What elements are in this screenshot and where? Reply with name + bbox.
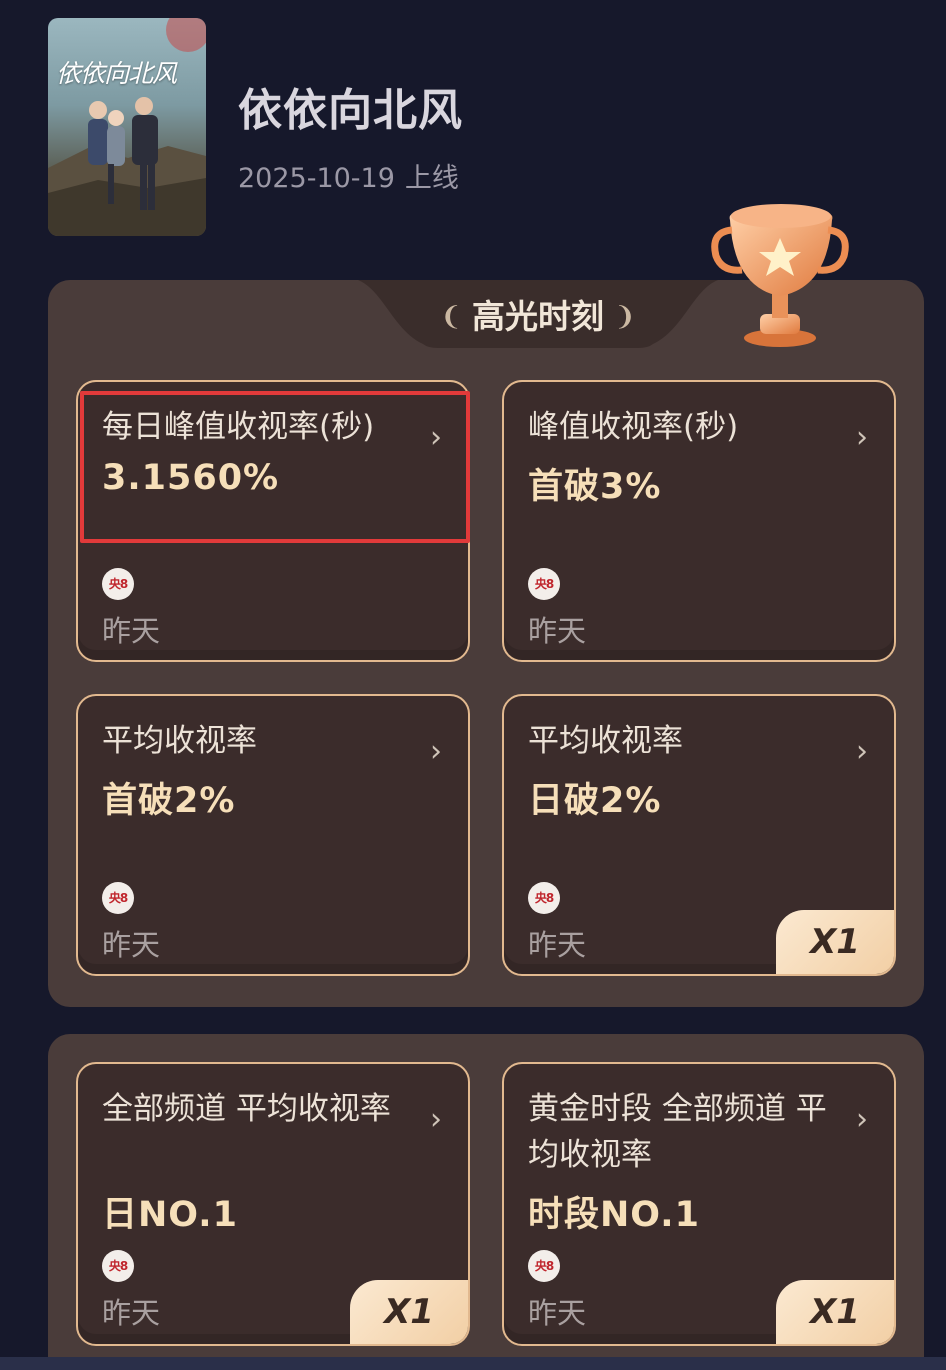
highlights-panel: ❨ 高光时刻 ❩ 每日峰值收视率(秒) › 3.1560% 央8 昨天 峰值收视率(… xyxy=(48,280,924,1007)
chevron-right-icon: › xyxy=(856,734,868,769)
count-badge: X1 xyxy=(350,1280,468,1344)
release-date: 2025-10-19 xyxy=(238,163,395,194)
highlight-card-average-daily[interactable]: 平均收视率 › 日破2% 央8 昨天 X1 xyxy=(502,694,896,976)
highlights-tab: ❨ 高光时刻 ❩ xyxy=(358,280,718,348)
channel-logo-icon: 央8 xyxy=(102,882,134,914)
show-title: 依依向北风 xyxy=(238,85,463,136)
card-title: 全部频道 平均收视率 xyxy=(102,1091,391,1127)
card-title: 峰值收视率(秒) xyxy=(528,409,739,445)
card-value: 首破3% xyxy=(528,467,662,507)
laurel-right-icon: ❩ xyxy=(614,302,636,332)
card-time: 昨天 xyxy=(528,1296,587,1330)
section-title-text: 高光时刻 xyxy=(472,297,604,336)
channel-logo-icon: 央8 xyxy=(528,882,560,914)
card-value: 首破2% xyxy=(102,781,236,821)
release-label: 上线 xyxy=(404,163,459,194)
show-poster[interactable]: 依依向北风 xyxy=(48,18,206,236)
channel-logo-icon: 央8 xyxy=(102,568,134,600)
highlight-card-peak[interactable]: 峰值收视率(秒) › 首破3% 央8 昨天 xyxy=(502,380,896,662)
channel-logo-icon: 央8 xyxy=(528,568,560,600)
card-title: 黄金时段 全部频道 平均收视率 xyxy=(528,1091,827,1173)
card-time: 昨天 xyxy=(102,928,161,962)
card-time: 昨天 xyxy=(102,1296,161,1330)
count-badge: X1 xyxy=(776,1280,894,1344)
bottom-edge xyxy=(0,1357,946,1370)
chevron-right-icon: › xyxy=(856,420,868,455)
card-value: 时段NO.1 xyxy=(528,1195,700,1235)
poster-artwork xyxy=(48,18,206,236)
card-time: 昨天 xyxy=(102,614,161,648)
highlight-card-average-first[interactable]: 平均收视率 › 首破2% 央8 昨天 xyxy=(76,694,470,976)
card-title: 平均收视率 xyxy=(102,723,257,759)
poster-title: 依依向北风 xyxy=(56,59,177,88)
trophy-icon xyxy=(711,204,849,347)
count-badge: X1 xyxy=(776,910,894,974)
highlight-card-prime-time[interactable]: 黄金时段 全部频道 平均收视率 › 时段NO.1 央8 昨天 X1 xyxy=(502,1062,896,1346)
section-title: ❨ 高光时刻 ❩ xyxy=(358,290,718,338)
channel-logo-icon: 央8 xyxy=(102,1250,134,1282)
chevron-right-icon: › xyxy=(430,1102,442,1137)
channel-logo-icon: 央8 xyxy=(528,1250,560,1282)
highlight-card-all-channels[interactable]: 全部频道 平均收视率 › 日NO.1 央8 昨天 X1 xyxy=(76,1062,470,1346)
card-time: 昨天 xyxy=(528,928,587,962)
card-value: 日NO.1 xyxy=(102,1195,238,1235)
card-time: 昨天 xyxy=(528,614,587,648)
rankings-panel: 全部频道 平均收视率 › 日NO.1 央8 昨天 X1 黄金时段 全部频道 平均… xyxy=(48,1034,924,1370)
chevron-right-icon: › xyxy=(856,1102,868,1137)
card-title: 平均收视率 xyxy=(528,723,683,759)
card-value: 日破2% xyxy=(528,781,662,821)
release-info: 2025-10-19 上线 xyxy=(238,156,469,195)
chevron-right-icon: › xyxy=(430,734,442,769)
laurel-left-icon: ❨ xyxy=(440,302,462,332)
annotation-highlight-box xyxy=(80,391,470,543)
